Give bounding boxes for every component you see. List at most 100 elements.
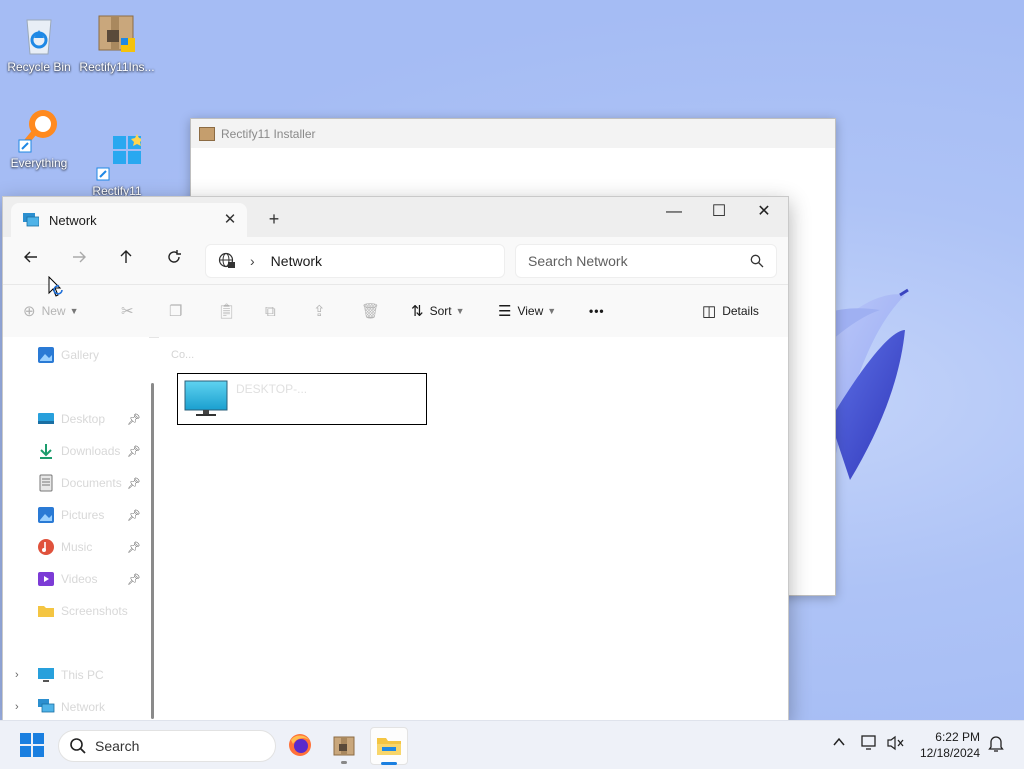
taskbar-search[interactable]: Search <box>58 730 276 762</box>
sidebar-item-label: Music <box>61 540 93 554</box>
bell-icon <box>988 736 1004 752</box>
show-hidden-icons-button[interactable] <box>829 735 849 755</box>
minimize-button[interactable]: — <box>651 197 697 229</box>
copy-button[interactable]: ❐ <box>169 299 188 323</box>
rectify11-control-icon <box>93 120 143 181</box>
search-box[interactable]: Search Network <box>515 244 777 278</box>
chevron-down-icon: ▼ <box>547 306 557 316</box>
new-label: New <box>41 304 66 318</box>
refresh-icon <box>168 250 181 263</box>
copy-icon: ❐ <box>169 303 183 320</box>
new-button[interactable]: ⊕ New ▼ <box>23 299 79 323</box>
more-options-button[interactable]: ••• <box>589 299 605 323</box>
navigation-pane[interactable]: Gallery Desktop 📌︎ Downloads 📌︎ Document… <box>3 337 149 720</box>
desktop-icon-rectify11-installer[interactable]: Rectify11Ins... <box>75 10 159 74</box>
view-list-icon: ☰ <box>498 303 512 320</box>
system-clock[interactable]: 6:22 PM 12/18/2024 <box>920 729 980 761</box>
details-pane-icon: ◫ <box>702 303 717 320</box>
chevron-down-icon: ▼ <box>455 306 465 316</box>
close-tab-icon[interactable]: ✕ <box>221 211 239 229</box>
sort-button[interactable]: ⇅ Sort ▼ <box>411 299 465 323</box>
file-explorer-window[interactable]: Network ✕ + — ☐ ✕ › Network Search Netwo… <box>2 196 789 720</box>
gallery-icon <box>38 347 54 363</box>
chevron-right-icon[interactable]: › <box>15 669 19 681</box>
sidebar-item-label: Desktop <box>61 412 106 426</box>
up-button[interactable] <box>112 249 140 273</box>
sidebar-scrollbar[interactable] <box>151 383 154 719</box>
address-field[interactable]: › Network <box>205 244 505 278</box>
notifications-button[interactable] <box>986 735 1006 755</box>
details-label: Details <box>722 304 759 318</box>
arrow-right-icon <box>73 251 86 263</box>
sidebar-item-documents[interactable]: Documents 📌︎ <box>3 469 149 497</box>
sidebar-item-screenshots[interactable]: Screenshots <box>3 597 149 625</box>
network-computer-item[interactable]: DESKTOP-... <box>177 373 427 425</box>
new-tab-button[interactable]: + <box>265 209 283 230</box>
documents-icon <box>39 474 53 492</box>
start-button[interactable] <box>14 727 50 763</box>
installer-title-bar[interactable]: Rectify11 Installer <box>191 119 835 148</box>
paste-button[interactable]: 📋︎ <box>217 299 242 323</box>
rename-button[interactable]: ⧉ <box>265 299 282 323</box>
desktop-icon-everything[interactable]: Everything <box>0 106 81 170</box>
sidebar-item-this-pc[interactable]: › This PC <box>3 661 149 689</box>
network-icon <box>23 213 39 227</box>
sidebar-item-label: Gallery <box>61 348 100 362</box>
pin-icon: 📌︎ <box>127 573 141 586</box>
explorer-body: Gallery Desktop 📌︎ Downloads 📌︎ Document… <box>3 337 788 720</box>
sidebar-item-label: Documents <box>61 476 122 490</box>
share-button[interactable]: ⇪ <box>313 299 332 323</box>
back-button[interactable] <box>17 249 45 273</box>
sidebar-item-pictures[interactable]: Pictures 📌︎ <box>3 501 149 529</box>
maximize-button[interactable]: ☐ <box>696 197 742 229</box>
search-placeholder: Search Network <box>528 253 628 269</box>
ellipsis-icon: ••• <box>589 304 605 318</box>
view-button[interactable]: ☰ View ▼ <box>498 299 556 323</box>
sidebar-item-label: This PC <box>61 668 104 682</box>
pictures-icon <box>38 507 54 523</box>
sidebar-item-videos[interactable]: Videos 📌︎ <box>3 565 149 593</box>
cut-button[interactable]: ✂ <box>121 299 140 323</box>
breadcrumb-separator[interactable]: › <box>250 253 255 269</box>
this-pc-icon <box>38 668 54 682</box>
downloads-icon <box>40 444 52 459</box>
network-icon <box>38 699 55 713</box>
firefox-icon <box>289 734 311 756</box>
sidebar-item-desktop[interactable]: Desktop 📌︎ <box>3 405 149 433</box>
desktop-icon-recycle-bin[interactable]: Recycle Bin <box>0 10 81 74</box>
delete-button[interactable]: 🗑︎ <box>361 299 386 323</box>
command-bar: ⊕ New ▼ ✂ ❐ 📋︎ ⧉ ⇪ 🗑︎ ⇅ Sort ▼ ☰ View ▼ … <box>3 285 788 338</box>
computer-name: DESKTOP-... <box>236 382 308 396</box>
chevron-right-icon[interactable]: › <box>15 701 19 713</box>
details-button[interactable]: ◫ Details <box>702 299 759 323</box>
desktop: Recycle Bin Rectify11Ins... Everything R… <box>0 0 1024 720</box>
network-status-button[interactable] <box>860 735 880 755</box>
tab-bar: Network ✕ + — ☐ ✕ <box>3 197 788 237</box>
sidebar-item-label: Pictures <box>61 508 105 522</box>
taskbar-app-file-explorer[interactable] <box>370 727 408 765</box>
chevron-down-icon: ▼ <box>69 306 79 316</box>
group-header[interactable]: Co... <box>171 349 194 361</box>
breadcrumb-network[interactable]: Network <box>271 253 322 269</box>
volume-muted-icon <box>887 735 904 751</box>
sidebar-item-music[interactable]: Music 📌︎ <box>3 533 149 561</box>
sidebar-item-network[interactable]: › Network <box>3 693 149 720</box>
search-icon <box>70 738 86 754</box>
pin-icon: 📌︎ <box>127 477 141 490</box>
installer-package-icon <box>199 126 215 141</box>
installer-package-icon <box>93 10 141 58</box>
volume-button[interactable] <box>886 735 906 755</box>
sidebar-item-gallery[interactable]: Gallery <box>3 341 149 369</box>
close-window-button[interactable]: ✕ <box>741 197 787 229</box>
desktop-icon-label: Everything <box>10 156 68 170</box>
refresh-button[interactable] <box>160 249 188 273</box>
content-pane[interactable]: Co... DESKTOP-... <box>159 337 788 720</box>
taskbar-app-installer[interactable] <box>326 727 362 764</box>
globe-network-icon <box>218 252 235 268</box>
sidebar-item-downloads[interactable]: Downloads 📌︎ <box>3 437 149 465</box>
start-icon <box>20 733 44 757</box>
forward-button[interactable] <box>65 249 93 273</box>
view-label: View <box>517 304 544 318</box>
tab-network[interactable]: Network ✕ <box>11 203 247 237</box>
taskbar-app-firefox[interactable] <box>282 727 318 763</box>
